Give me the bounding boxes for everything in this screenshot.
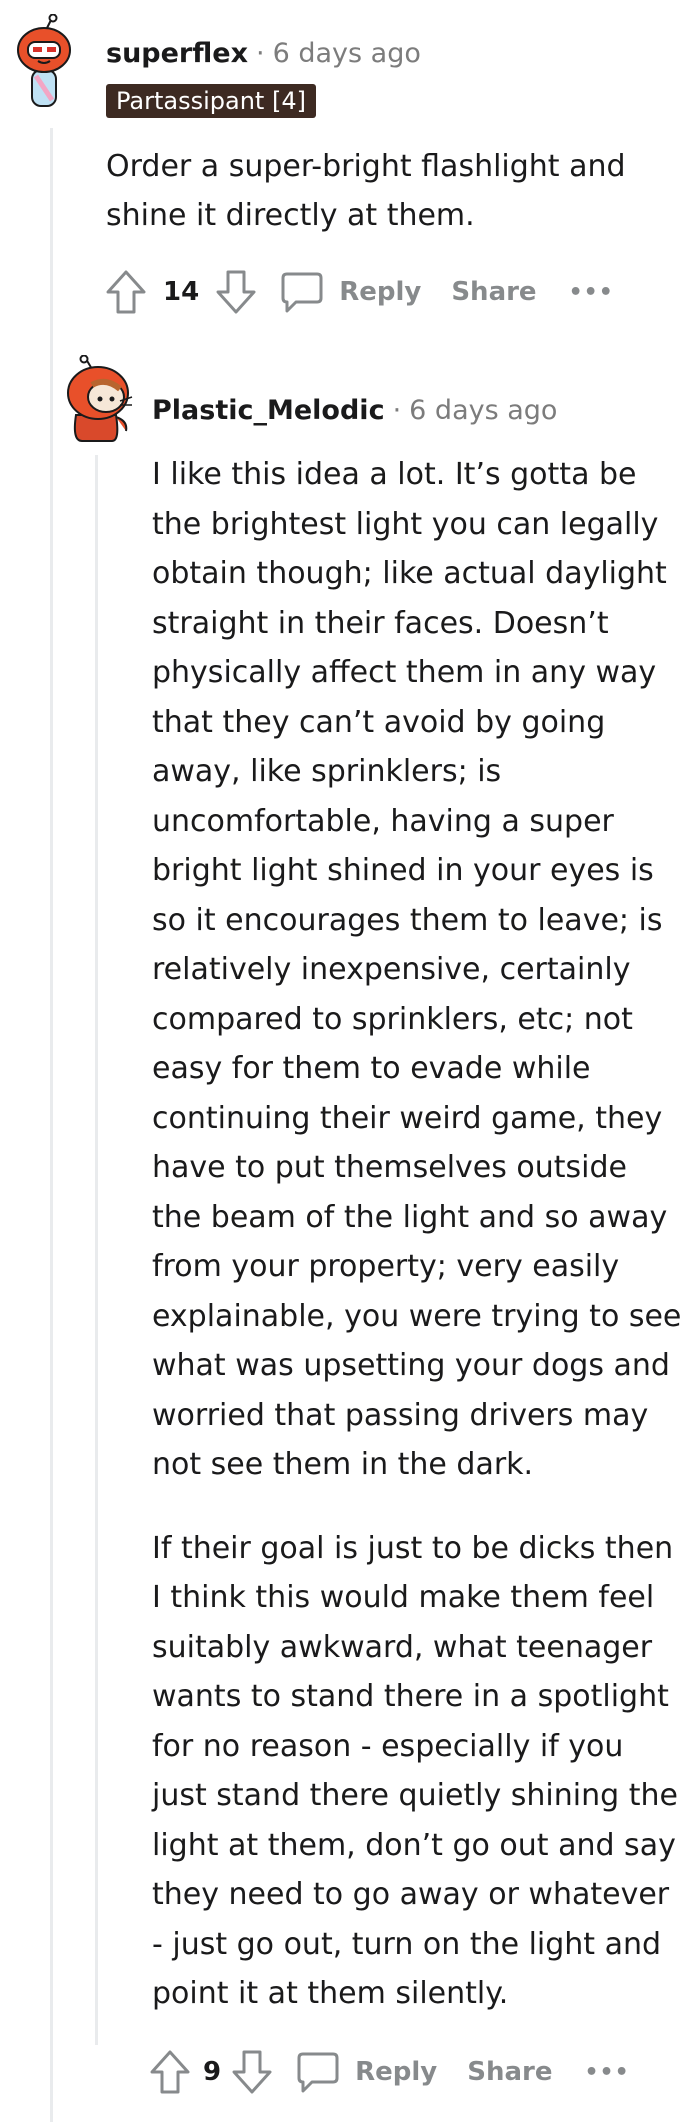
reply-bubble-icon[interactable]: [295, 2047, 341, 2097]
downvote-icon[interactable]: [229, 2047, 275, 2097]
reply-button[interactable]: Reply: [339, 277, 421, 307]
timestamp[interactable]: 6 days ago: [273, 38, 421, 69]
comment-paragraph: If their goal is just to be dicks then I…: [152, 1530, 678, 2012]
comment-paragraph: I like this idea a lot. It’s gotta be th…: [152, 457, 682, 1482]
avatar[interactable]: [16, 13, 72, 110]
vote-score: 14: [163, 277, 200, 307]
more-options-icon[interactable]: •••: [569, 280, 614, 305]
share-button[interactable]: Share: [467, 2057, 552, 2087]
thread-line-reply[interactable]: [95, 455, 98, 2045]
timestamp[interactable]: 6 days ago: [409, 395, 557, 426]
snoo-avatar-icon: [17, 13, 71, 107]
reply-bubble-icon[interactable]: [279, 267, 325, 317]
vote-score: 9: [203, 2057, 222, 2087]
comment-paragraph: Order a super-bright flashlight and shin…: [106, 149, 626, 233]
upvote-icon[interactable]: [103, 267, 149, 317]
user-flair: Partassipant [4]: [106, 84, 316, 118]
comment-header: Plastic_Melodic · 6 days ago: [152, 390, 557, 430]
more-options-icon[interactable]: •••: [584, 2060, 629, 2085]
username[interactable]: superflex: [106, 38, 248, 69]
avatar[interactable]: [62, 354, 138, 443]
snoo-avatar-icon: [67, 354, 133, 442]
username[interactable]: Plastic_Melodic: [152, 395, 385, 426]
reply-button[interactable]: Reply: [355, 2057, 437, 2087]
downvote-icon[interactable]: [213, 267, 259, 317]
upvote-icon[interactable]: [147, 2047, 193, 2097]
separator: ·: [392, 394, 402, 426]
comment-actions: 14 Reply Share •••: [103, 267, 614, 317]
comment-header: superflex · 6 days ago: [106, 33, 421, 73]
thread-line-root[interactable]: [50, 128, 53, 2122]
separator: ·: [256, 37, 265, 69]
comment-actions: 9 Reply Share •••: [147, 2047, 630, 2097]
share-button[interactable]: Share: [451, 277, 536, 307]
comment-body: I like this idea a lot. It’s gotta be th…: [152, 450, 684, 2019]
comment-body: Order a super-bright flashlight and shin…: [106, 142, 676, 240]
